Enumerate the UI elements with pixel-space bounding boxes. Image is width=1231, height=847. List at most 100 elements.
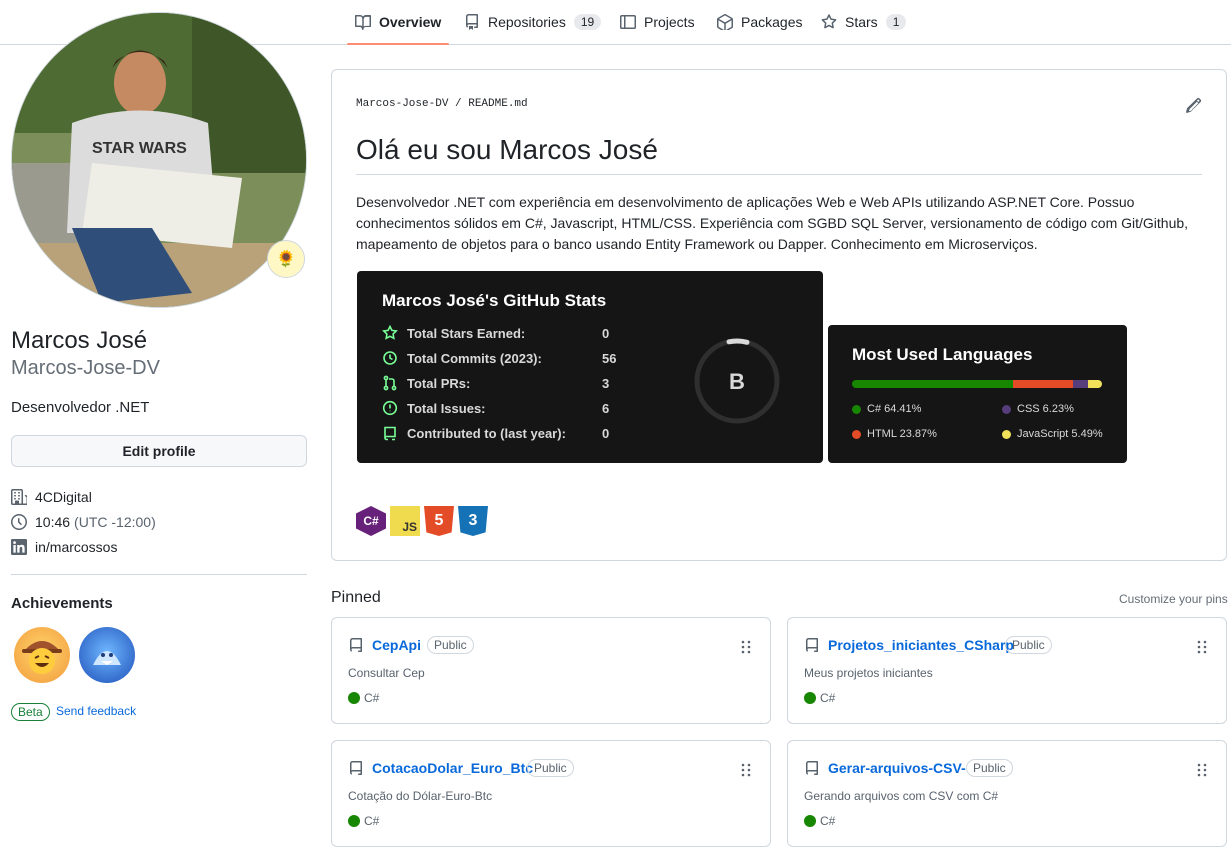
language-name: C# (364, 814, 380, 828)
avatar-photo: STAR WARS (12, 13, 306, 307)
tab-packages[interactable]: Packages (717, 0, 802, 44)
tab-overview[interactable]: Overview (346, 0, 450, 45)
local-time: 10:46 (35, 514, 71, 530)
repo-name-link[interactable]: CepApi (372, 637, 421, 653)
repo-icon (384, 426, 396, 441)
languages-bar (852, 380, 1102, 388)
stat-row-commits: Total Commits (2023): 56 (382, 350, 616, 366)
star-icon (382, 325, 398, 340)
tab-repositories[interactable]: Repositories 19 (464, 0, 602, 44)
readme-paragraph: Desenvolvedor .NET com experiência em de… (356, 194, 1189, 252)
repo-description: Gerando arquivos com CSV com C# (804, 789, 999, 803)
repo-icon (806, 761, 818, 775)
repo-description: Consultar Cep (348, 666, 425, 680)
language-name: C# (364, 691, 380, 705)
stat-label: Total Commits (2023): (407, 350, 542, 366)
lang-bar-segment-css (1072, 380, 1089, 388)
sidebar-divider (11, 574, 307, 575)
avatar[interactable]: STAR WARS (11, 12, 307, 308)
achievement-badge-pull-shark[interactable] (79, 627, 135, 683)
github-stats-card: Marcos José's GitHub Stats Total Stars E… (357, 271, 823, 463)
html5-logo-icon: 5 (424, 506, 454, 536)
send-feedback-link[interactable]: Send feedback (56, 704, 136, 718)
repo-name-link[interactable]: CotacaoDolar_Euro_Btc (372, 760, 533, 776)
stat-row-prs: Total PRs: 3 (382, 375, 609, 391)
visibility-badge: Public (1005, 636, 1052, 654)
visibility-badge: Public (966, 759, 1013, 777)
repo-language: C# (804, 814, 835, 828)
repo-description: Meus projetos iniciantes (804, 666, 933, 680)
readme-path[interactable]: Marcos-Jose-DV / README.md (356, 98, 528, 110)
lang-bar-segment-csharp (852, 380, 1014, 388)
repo-description: Cotação do Dólar-Euro-Btc (348, 789, 493, 803)
pencil-icon[interactable] (1186, 97, 1202, 113)
visibility-badge: Public (527, 759, 574, 777)
tab-stars[interactable]: Stars 1 (821, 0, 907, 44)
rank-ring: B (694, 338, 780, 424)
tab-label: Repositories (488, 14, 566, 30)
most-used-languages-card: Most Used Languages C# 64.41% HTML 23.87… (828, 325, 1127, 463)
timezone: (UTC -12:00) (74, 514, 156, 530)
pinned-title: Pinned (331, 589, 381, 606)
shark-icon (93, 651, 121, 665)
grabber-icon[interactable] (1196, 763, 1208, 777)
language-name: C# (820, 691, 836, 705)
tab-label: Projects (644, 14, 695, 30)
profile-linkedin[interactable]: in/marcossos (11, 539, 117, 555)
status-emoji-button[interactable]: 🌻 (267, 240, 305, 278)
stars-count-badge: 1 (885, 14, 907, 30)
beta-label: Beta (11, 703, 50, 721)
repo-language: C# (348, 814, 379, 828)
grabber-icon[interactable] (1196, 640, 1208, 654)
language-color-dot (348, 692, 360, 704)
repo-name-link[interactable]: Projetos_iniciantes_CSharp (828, 637, 1014, 653)
lang-label: JavaScript 5.49% (1017, 428, 1103, 440)
lang-dot (852, 404, 861, 414)
languages-title: Most Used Languages (852, 345, 1033, 364)
lang-label: HTML 23.87% (867, 428, 937, 440)
linkedin-link[interactable]: in/marcossos (35, 539, 117, 555)
language-color-dot (804, 692, 816, 704)
pinned-repo-card: Projetos_iniciantes_CSharp Public Meus p… (787, 617, 1227, 724)
profile-local-time: 10:46 (UTC -12:00) (11, 514, 156, 530)
profile-username: Marcos-Jose-DV (11, 357, 160, 379)
pull-request-icon (383, 375, 397, 391)
edit-profile-button[interactable]: Edit profile (11, 435, 307, 467)
stat-label: Contributed to (last year): (407, 425, 566, 441)
grabber-icon[interactable] (740, 763, 752, 777)
repo-icon (350, 761, 362, 775)
readme-heading-rule (356, 174, 1202, 175)
star-icon (821, 14, 837, 29)
pinned-repo-card: Gerar-arquivos-CSV- Public Gerando arqui… (787, 740, 1227, 847)
lang-dot (1002, 429, 1011, 439)
grabber-icon[interactable] (740, 640, 752, 654)
package-icon (717, 14, 733, 30)
achievement-badge-yolo[interactable] (14, 627, 70, 683)
javascript-logo-icon: JS (390, 506, 420, 536)
linkedin-icon (11, 539, 27, 555)
lang-legend-html: HTML 23.87% (852, 428, 937, 440)
pinned-repo-card: CepApi Public Consultar Cep C# (331, 617, 771, 724)
csharp-logo-icon: C# (356, 506, 386, 536)
issue-icon (382, 400, 398, 416)
tab-label: Stars (845, 14, 878, 30)
repo-name-link[interactable]: Gerar-arquivos-CSV- (828, 760, 966, 776)
visibility-badge: Public (427, 636, 474, 654)
readme-heading: Olá eu sou Marcos José (356, 134, 658, 165)
customize-pins-link[interactable]: Customize your pins (1119, 592, 1228, 606)
stat-label: Total Issues: (407, 400, 486, 416)
stat-label: Total Stars Earned: (407, 325, 526, 341)
repo-language: C# (804, 691, 835, 705)
stat-label: Total PRs: (407, 375, 471, 391)
css3-logo-icon: 3 (458, 506, 488, 536)
tab-projects[interactable]: Projects (620, 0, 695, 44)
repo-icon (806, 638, 818, 652)
stat-row-issues: Total Issues: 6 (382, 400, 609, 416)
svg-text:STAR WARS: STAR WARS (92, 140, 187, 157)
lang-legend-csharp: C# 64.41% (852, 403, 921, 415)
stat-value: 3 (602, 375, 610, 391)
language-name: C# (820, 814, 836, 828)
tab-label: Packages (741, 14, 803, 30)
stats-title: Marcos José's GitHub Stats (382, 291, 607, 310)
profile-fullname: Marcos José (11, 327, 148, 354)
